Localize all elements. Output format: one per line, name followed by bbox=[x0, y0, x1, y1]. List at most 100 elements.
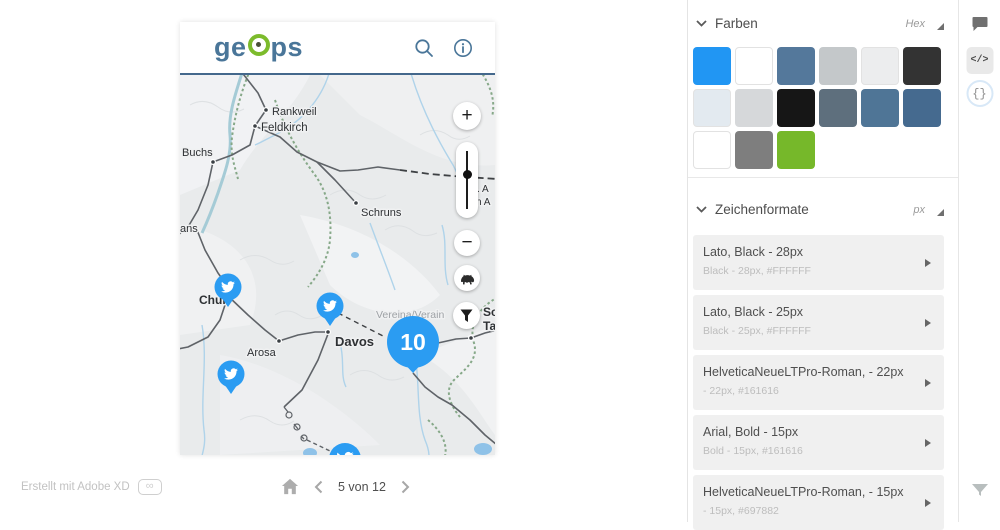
color-swatch[interactable] bbox=[735, 89, 773, 127]
town-dot bbox=[253, 124, 258, 129]
color-swatch[interactable] bbox=[903, 47, 941, 85]
zoom-slider-track bbox=[466, 151, 468, 209]
typography-collapse-chevron-icon[interactable] bbox=[696, 206, 707, 213]
text-style-card[interactable]: HelveticaNeueLTPro-Roman, - 22px - 22px, … bbox=[693, 355, 944, 410]
typography-section-title: Zeichenformate bbox=[715, 202, 809, 217]
design-canvas: geps bbox=[0, 0, 687, 522]
color-swatch[interactable] bbox=[819, 89, 857, 127]
text-style-card[interactable]: Lato, Black - 28pxBlack - 28px, #FFFFFF bbox=[693, 235, 944, 290]
logo-o-ring-icon bbox=[248, 34, 270, 56]
map-place-label: Rankweil bbox=[272, 106, 317, 118]
expand-arrow-icon[interactable] bbox=[925, 499, 931, 507]
map-place-label: Tar bbox=[483, 319, 495, 333]
map-filter-button[interactable] bbox=[453, 302, 480, 329]
expand-arrow-icon[interactable] bbox=[925, 259, 931, 267]
download-triangle-icon bbox=[971, 483, 989, 498]
creative-cloud-icon: ∞ bbox=[138, 479, 162, 495]
info-icon[interactable] bbox=[453, 38, 473, 58]
text-style-title: HelveticaNeueLTPro-Roman, - 22px bbox=[703, 365, 920, 379]
town-dot bbox=[326, 330, 331, 335]
map-place-label: Scu bbox=[483, 305, 495, 319]
text-style-title: Lato, Black - 25px bbox=[703, 305, 920, 319]
color-swatch[interactable] bbox=[861, 89, 899, 127]
colors-collapse-chevron-icon[interactable] bbox=[696, 20, 707, 27]
comment-bubble-icon bbox=[971, 16, 988, 32]
map-place-label: ans bbox=[180, 223, 198, 235]
color-swatch[interactable] bbox=[819, 47, 857, 85]
previous-page-button[interactable] bbox=[314, 480, 323, 494]
color-swatch[interactable] bbox=[777, 47, 815, 85]
expand-arrow-icon[interactable] bbox=[925, 319, 931, 327]
color-swatch[interactable] bbox=[735, 47, 773, 85]
color-swatch[interactable] bbox=[777, 131, 815, 169]
code-icon: </> bbox=[970, 55, 988, 66]
text-style-subtitle: - 15px, #697882 bbox=[703, 505, 920, 517]
hedgehog-icon bbox=[459, 272, 476, 285]
search-icon[interactable] bbox=[414, 38, 434, 58]
text-style-card[interactable]: Arial, Bold - 15px Bold - 15px, #161616 bbox=[693, 415, 944, 470]
typography-unit-label[interactable]: px bbox=[913, 204, 925, 216]
map-place-label: Arosa bbox=[247, 347, 277, 359]
zoom-slider[interactable] bbox=[456, 142, 478, 218]
colors-section: Farben Hex bbox=[688, 0, 958, 169]
comments-button[interactable] bbox=[971, 16, 988, 32]
text-style-subtitle: Black - 25px, #FFFFFF bbox=[703, 325, 920, 337]
home-button[interactable] bbox=[281, 478, 299, 495]
next-page-button[interactable] bbox=[401, 480, 410, 494]
hedgehog-layer-button[interactable] bbox=[454, 265, 480, 291]
expand-arrow-icon[interactable] bbox=[925, 439, 931, 447]
color-swatch[interactable] bbox=[693, 47, 731, 85]
artboard-pager: 5 von 12 bbox=[281, 478, 410, 495]
code-view-button[interactable]: </> bbox=[966, 47, 993, 74]
typography-unit-dropdown-icon[interactable] bbox=[937, 209, 944, 216]
color-swatch[interactable] bbox=[735, 131, 773, 169]
braces-icon: {} bbox=[972, 87, 986, 101]
color-swatch[interactable] bbox=[861, 47, 899, 85]
town-dot bbox=[354, 201, 359, 206]
color-swatch[interactable] bbox=[693, 89, 731, 127]
phone-artboard[interactable]: geps bbox=[180, 22, 495, 455]
town-dot bbox=[277, 339, 282, 344]
map-place-label: Davos bbox=[335, 334, 374, 349]
expand-arrow-icon[interactable] bbox=[925, 379, 931, 387]
map-place-label: Schruns bbox=[361, 207, 402, 219]
zoom-slider-knob[interactable] bbox=[463, 170, 472, 179]
town-dot bbox=[264, 108, 269, 113]
zoom-in-button[interactable]: + bbox=[453, 102, 481, 130]
text-style-subtitle: - 22px, #161616 bbox=[703, 385, 920, 397]
filter-funnel-icon bbox=[460, 309, 473, 323]
page-indicator: 5 von 12 bbox=[338, 480, 386, 494]
text-style-list: Lato, Black - 28pxBlack - 28px, #FFFFFFL… bbox=[693, 235, 944, 530]
text-style-title: Lato, Black - 28px bbox=[703, 245, 920, 259]
typography-section: Zeichenformate px Lato, Black - 28pxBlac… bbox=[688, 178, 958, 530]
variables-button[interactable]: {} bbox=[966, 80, 993, 107]
terrain-layer bbox=[180, 75, 495, 455]
spec-panel: Farben Hex Zeichenformate px Lato, Black… bbox=[687, 0, 958, 522]
logo-text-ge: ge bbox=[214, 32, 247, 63]
text-style-title: HelveticaNeueLTPro-Roman, - 15px bbox=[703, 485, 920, 499]
text-style-subtitle: Bold - 15px, #161616 bbox=[703, 445, 920, 457]
credit-line: Erstellt mit Adobe XD ∞ bbox=[21, 479, 162, 495]
map-place-label: Buchs bbox=[182, 147, 213, 159]
color-swatch[interactable] bbox=[903, 89, 941, 127]
right-toolbar: </> {} bbox=[958, 0, 1000, 522]
map-place-label: . A bbox=[477, 184, 489, 195]
map-place-label: n A bbox=[476, 197, 491, 208]
color-swatch[interactable] bbox=[693, 131, 731, 169]
colors-unit-label[interactable]: Hex bbox=[905, 18, 925, 30]
color-swatch-grid bbox=[693, 47, 958, 169]
download-button[interactable] bbox=[971, 483, 989, 498]
logo-text-ps: ps bbox=[271, 32, 304, 63]
color-swatch[interactable] bbox=[777, 89, 815, 127]
map-graphics: RankweilFeldkirchBuchsansSchrunsChurAros… bbox=[180, 75, 495, 455]
town-dot bbox=[211, 160, 216, 165]
zoom-out-button[interactable]: − bbox=[454, 230, 480, 256]
colors-unit-dropdown-icon[interactable] bbox=[937, 23, 944, 30]
colors-section-title: Farben bbox=[715, 16, 758, 31]
text-style-card[interactable]: Lato, Black - 25px Black - 25px, #FFFFFF bbox=[693, 295, 944, 350]
geops-logo: geps bbox=[214, 32, 303, 63]
map-view[interactable]: RankweilFeldkirchBuchsansSchrunsChurAros… bbox=[180, 75, 495, 455]
credit-text: Erstellt mit Adobe XD bbox=[21, 481, 130, 493]
town-dot bbox=[469, 336, 474, 341]
text-style-title: Arial, Bold - 15px bbox=[703, 425, 920, 439]
